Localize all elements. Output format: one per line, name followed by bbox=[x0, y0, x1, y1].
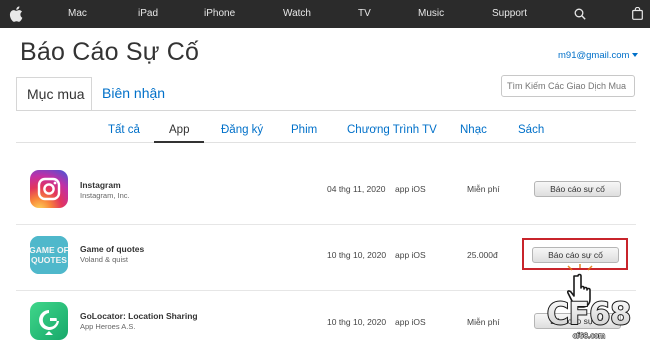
app-name[interactable]: GoLocator: Location Sharing bbox=[80, 311, 198, 321]
purchase-price: Miễn phí bbox=[467, 317, 500, 327]
watermark-text: CF68 bbox=[547, 297, 631, 332]
nav-item-tv[interactable]: TV bbox=[358, 0, 371, 28]
subtab-subscriptions[interactable]: Đăng ký bbox=[221, 124, 263, 136]
icon-text-bottom: QUOTES bbox=[31, 255, 67, 265]
purchase-price: 25.000đ bbox=[467, 250, 498, 260]
subtab-movies[interactable]: Phim bbox=[291, 124, 317, 136]
apple-logo-icon[interactable] bbox=[9, 6, 23, 22]
subtab-music[interactable]: Nhạc bbox=[460, 124, 487, 136]
game-of-quotes-icon[interactable]: GAME OF QUOTES bbox=[30, 236, 68, 274]
purchase-date: 04 thg 11, 2020 bbox=[327, 184, 386, 194]
nav-item-music[interactable]: Music bbox=[418, 0, 444, 28]
subtab-all[interactable]: Tất cả bbox=[108, 124, 140, 136]
watermark-subtext: cf68.com bbox=[573, 332, 606, 340]
subtabs-divider bbox=[16, 142, 636, 143]
instagram-icon[interactable] bbox=[30, 170, 68, 208]
app-developer: App Heroes A.S. bbox=[80, 322, 136, 331]
watermark-logo: CF68 cf68.com bbox=[546, 296, 632, 341]
app-developer: Voland & quist bbox=[80, 255, 128, 264]
purchase-type: app iOS bbox=[395, 317, 426, 327]
purchase-price: Miễn phí bbox=[467, 184, 500, 194]
nav-item-ipad[interactable]: iPad bbox=[138, 0, 158, 28]
app-name[interactable]: Game of quotes bbox=[80, 244, 144, 254]
subtab-app[interactable]: App bbox=[169, 124, 189, 136]
purchase-type: app iOS bbox=[395, 250, 426, 260]
row-divider bbox=[16, 224, 636, 225]
purchase-type: app iOS bbox=[395, 184, 426, 194]
nav-item-mac[interactable]: Mac bbox=[68, 0, 87, 28]
account-email: m91@gmail.com bbox=[558, 50, 630, 61]
subtab-tv-shows[interactable]: Chương Trình TV bbox=[347, 124, 437, 136]
purchase-date: 10 thg 10, 2020 bbox=[327, 317, 387, 327]
app-developer: Instagram, Inc. bbox=[80, 191, 130, 200]
account-menu[interactable]: m91@gmail.com bbox=[558, 50, 639, 61]
shopping-bag-icon[interactable] bbox=[632, 7, 643, 20]
tab-receipts[interactable]: Biên nhận bbox=[92, 77, 175, 111]
golocator-icon[interactable] bbox=[30, 302, 68, 340]
tabs-divider bbox=[16, 110, 636, 111]
chevron-down-icon bbox=[632, 53, 639, 57]
subtab-books[interactable]: Sách bbox=[518, 124, 544, 136]
purchase-date: 10 thg 10, 2020 bbox=[327, 250, 387, 260]
nav-item-iphone[interactable]: iPhone bbox=[204, 0, 235, 28]
search-icon[interactable] bbox=[574, 8, 586, 20]
nav-item-watch[interactable]: Watch bbox=[283, 0, 311, 28]
report-problem-button[interactable]: Báo cáo sự cố bbox=[534, 181, 621, 197]
page-title: Báo Cáo Sự Cố bbox=[20, 38, 200, 66]
app-name[interactable]: Instagram bbox=[80, 180, 121, 190]
icon-text-top: GAME OF bbox=[30, 245, 68, 255]
global-nav: Mac iPad iPhone Watch TV Music Support bbox=[0, 0, 650, 28]
purchase-search-input[interactable] bbox=[501, 75, 635, 97]
tab-purchases[interactable]: Mục mua bbox=[16, 77, 92, 111]
nav-item-support[interactable]: Support bbox=[492, 0, 527, 28]
subtab-active-indicator bbox=[154, 141, 204, 143]
